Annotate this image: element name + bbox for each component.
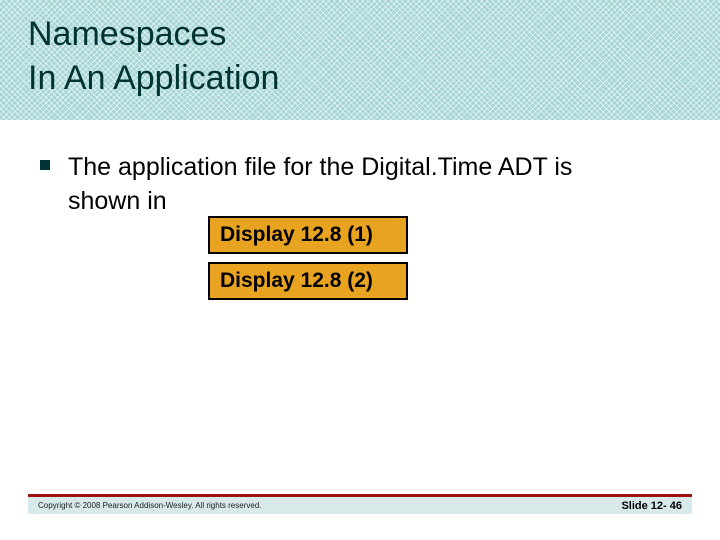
title-line-1: Namespaces: [28, 15, 226, 53]
bullet-text: The application file for the Digital.Tim…: [68, 150, 572, 218]
display-12-8-1-button[interactable]: Display 12.8 (1): [208, 216, 408, 254]
bullet-text-line-b: shown in: [68, 187, 167, 215]
title-line-2: In An Application: [28, 59, 279, 97]
slide-body: The application file for the Digital.Tim…: [40, 150, 680, 308]
display-button-column: Display 12.8 (1) Display 12.8 (2): [208, 216, 680, 300]
slide-number: Slide 12- 46: [621, 500, 682, 512]
display-12-8-2-button[interactable]: Display 12.8 (2): [208, 262, 408, 300]
display-button-label: Display 12.8 (2): [220, 269, 373, 292]
bullet-item: The application file for the Digital.Tim…: [40, 150, 680, 218]
slide: Namespaces In An Application The applica…: [0, 0, 720, 540]
slide-title: Namespaces In An Application: [28, 12, 279, 100]
copyright-text: Copyright © 2008 Pearson Addison-Wesley.…: [38, 501, 262, 510]
square-bullet-icon: [40, 160, 50, 170]
display-button-label: Display 12.8 (1): [220, 223, 373, 246]
footer-bar: Copyright © 2008 Pearson Addison-Wesley.…: [28, 494, 692, 514]
bullet-text-line-a: The application file for the Digital.Tim…: [68, 153, 572, 181]
